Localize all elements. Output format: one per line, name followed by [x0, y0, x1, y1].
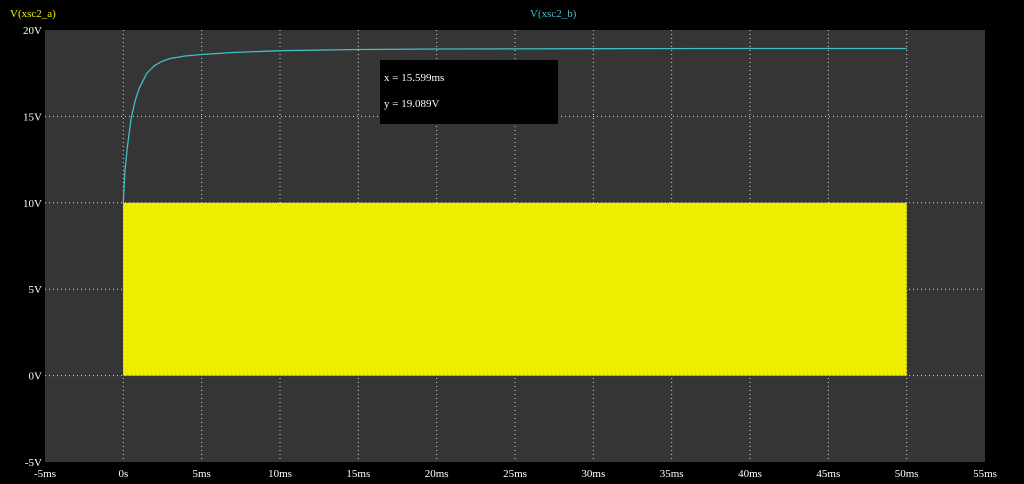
- x-tick-label: 20ms: [425, 468, 449, 480]
- y-tick-label: 5V: [29, 284, 43, 296]
- series-a-trace: [123, 202, 907, 376]
- x-tick-label: 40ms: [738, 468, 762, 480]
- x-tick-label: 15ms: [346, 468, 370, 480]
- y-tick-label: 0V: [29, 371, 43, 383]
- x-tick-label: 50ms: [895, 468, 919, 480]
- x-tick-label: 35ms: [660, 468, 684, 480]
- x-tick-label: 10ms: [268, 468, 292, 480]
- y-tick-label: 20V: [23, 25, 42, 37]
- x-tick-label: 30ms: [581, 468, 605, 480]
- cursor-y-value: y = 19.089V: [384, 98, 440, 110]
- x-tick-label: 55ms: [973, 468, 997, 480]
- x-tick-label: 45ms: [816, 468, 840, 480]
- x-tick-label: -5ms: [34, 468, 56, 480]
- x-tick-label: 5ms: [192, 468, 210, 480]
- y-tick-label: -5V: [25, 457, 42, 469]
- x-tick-label: 0s: [118, 468, 128, 480]
- cursor-x-value: x = 15.599ms: [384, 72, 445, 84]
- y-tick-label: 15V: [23, 111, 42, 123]
- x-tick-label: 25ms: [503, 468, 527, 480]
- y-tick-label: 10V: [23, 198, 42, 210]
- cursor-readout-box: x = 15.599ms y = 19.089V: [380, 60, 558, 124]
